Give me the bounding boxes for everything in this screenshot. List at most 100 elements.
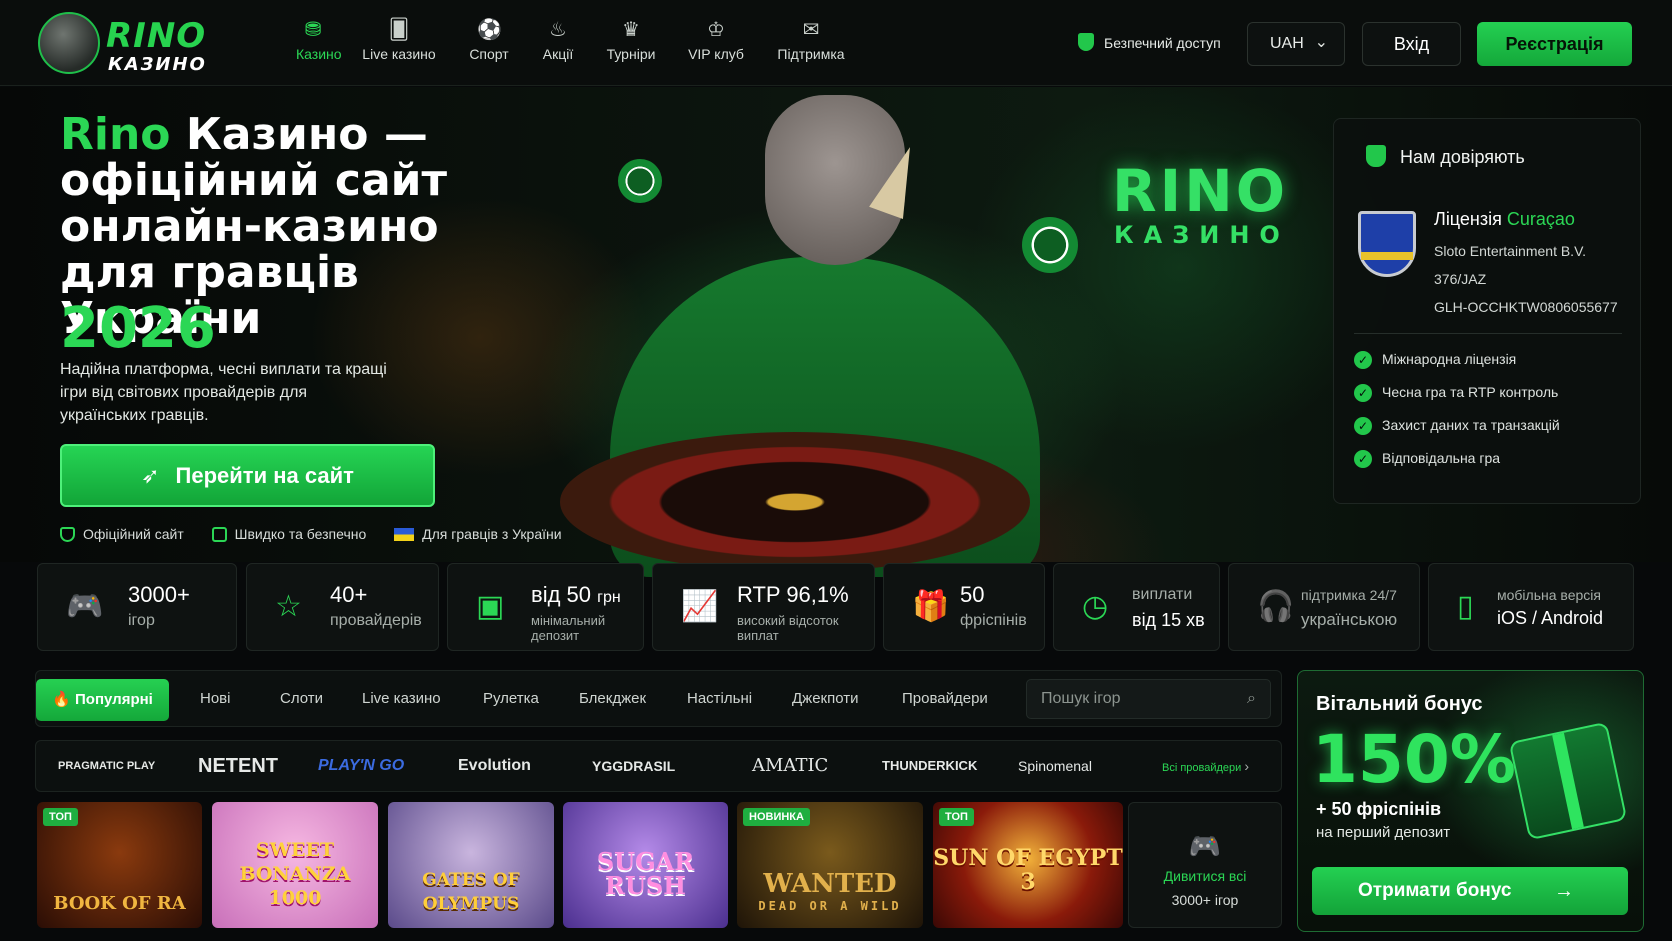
- game-tile-sweet-bonanza[interactable]: SWEET BONANZA 1000: [212, 802, 378, 928]
- nav-item-casino[interactable]: ⛃ Казино: [296, 18, 342, 70]
- stat-value: 50: [960, 582, 985, 607]
- hero-subtitle: Надійна платформа, чесні виплати та кращ…: [60, 361, 387, 424]
- hero-title-brand: Rino: [60, 109, 171, 160]
- stat-value: від 15 хв: [1132, 610, 1205, 630]
- trust-title-text: Нам довіряють: [1400, 147, 1525, 167]
- stat-value-number: від 50: [531, 582, 591, 607]
- lock-icon: [211, 527, 227, 542]
- game-title: GATES OF OLYMPUS: [422, 870, 520, 914]
- game-title: SUN OF EGYPT 3: [933, 845, 1123, 895]
- stat-value: iOS / Android: [1497, 608, 1604, 628]
- game-tile-sun-of-egypt-3[interactable]: ТОП SUN OF EGYPT 3: [933, 802, 1123, 928]
- divider: [1354, 333, 1622, 334]
- provider-logo-netent[interactable]: NETENT: [198, 741, 278, 791]
- stat-label: мобільна версія: [1497, 587, 1601, 603]
- provider-logo-pragmatic-play[interactable]: PRAGMATIC PLAY: [58, 741, 155, 791]
- stat-label: виплати: [1132, 586, 1193, 603]
- provider-logo-thunderkick[interactable]: THUNDERKICK: [882, 741, 977, 791]
- check-icon: ✓: [1354, 351, 1372, 369]
- game-tile-sugar-rush[interactable]: SUGAR RUSH: [563, 802, 728, 928]
- top-badge: ТОП: [43, 808, 78, 826]
- tab-slots[interactable]: Слоти: [280, 671, 323, 726]
- register-button[interactable]: Реєстрація: [1477, 22, 1632, 66]
- trust-check-label: Міжнародна ліцензія: [1382, 351, 1517, 367]
- currency-value: UAH: [1270, 35, 1304, 52]
- game-title: SUGAR RUSH: [596, 847, 695, 900]
- go-to-site-button[interactable]: ➶ Перейти на сайт: [60, 444, 435, 507]
- site-header: RINO КАЗИНО ⛃ Казино 🂠 Live казино ⚽ Спо…: [0, 0, 1672, 86]
- site-logo[interactable]: RINO КАЗИНО: [38, 12, 208, 75]
- license-company: Sloto Entertainment B.V.: [1434, 243, 1587, 259]
- provider-logo-amatic[interactable]: AMATIC: [752, 741, 828, 791]
- tab-popular[interactable]: 🔥 Популярні: [36, 679, 169, 721]
- tab-live-casino[interactable]: Live казино: [362, 671, 441, 726]
- view-all-games-tile[interactable]: 🎮 Дивитися всі 3000+ ігор: [1128, 802, 1282, 928]
- tab-providers[interactable]: Провайдери: [902, 671, 988, 726]
- stat-support: 🎧 підтримка 24/7 українською: [1228, 563, 1420, 651]
- stat-value: українською: [1301, 610, 1398, 629]
- trust-check-item: ✓ Чесна гра та RTP контроль: [1354, 384, 1558, 402]
- nav-item-vip-club[interactable]: ♔ VIP клуб: [686, 18, 746, 70]
- chevron-down-icon: ⌄: [1314, 34, 1328, 51]
- rocket-icon: ➶: [141, 463, 160, 488]
- tab-roulette[interactable]: Рулетка: [483, 671, 539, 726]
- tab-label: Популярні: [75, 691, 153, 708]
- nav-label: Спорт: [469, 46, 509, 62]
- shield-check-icon: [60, 527, 75, 542]
- badge-ukraine: Для гравців з України: [422, 526, 562, 542]
- star-icon: ☆: [275, 590, 302, 623]
- currency-select[interactable]: UAH ⌄: [1247, 22, 1345, 66]
- all-providers-label: Всі провайдери: [1162, 762, 1242, 774]
- provider-logo-yggdrasil[interactable]: YGGDRASIL: [592, 741, 675, 791]
- nav-label: Підтримка: [777, 46, 845, 62]
- nav-label: Казино: [296, 46, 342, 62]
- stat-value: від 50 грн: [531, 582, 621, 608]
- tab-new[interactable]: Нові: [200, 671, 230, 726]
- game-search-input[interactable]: Пошук ігор ⌕: [1026, 679, 1271, 719]
- get-bonus-label: Отримати бонус: [1358, 880, 1512, 901]
- stat-label: фріспінів: [960, 612, 1027, 629]
- game-tile-gates-of-olympus[interactable]: GATES OF OLYMPUS: [388, 802, 554, 928]
- license-code: GLH-OCCHKTW0806055677: [1434, 299, 1618, 315]
- get-bonus-button[interactable]: Отримати бонус →: [1312, 867, 1628, 915]
- trust-check-label: Відповідальна гра: [1382, 450, 1501, 466]
- stat-label: мінімальний депозит: [531, 613, 606, 643]
- welcome-bonus-card: Вітальний бонус 150% + 50 фріспінів на п…: [1297, 670, 1644, 932]
- tab-table-games[interactable]: Настільні: [687, 671, 752, 726]
- search-icon[interactable]: ⌕: [1247, 680, 1256, 718]
- nav-label: Акції: [542, 46, 574, 62]
- secure-access-label: Безпечний доступ: [1104, 35, 1221, 51]
- check-icon: ✓: [1354, 417, 1372, 435]
- chat-icon: ✉: [802, 19, 820, 41]
- view-all-label: Дивитися всі: [1163, 868, 1247, 884]
- search-placeholder: Пошук ігор: [1041, 690, 1121, 707]
- nav-item-live-casino[interactable]: 🂠 Live казино: [358, 18, 440, 70]
- stat-value: 3000+: [128, 582, 190, 607]
- tab-blackjack[interactable]: Блекджек: [579, 671, 646, 726]
- provider-logo-playngo[interactable]: PLAY'N GO: [318, 741, 404, 791]
- top-badge: ТОП: [939, 808, 974, 826]
- wallet-icon: ▣: [476, 590, 505, 623]
- game-subtitle: DEAD OR A WILD: [758, 899, 902, 913]
- ukraine-flag-icon: [394, 528, 415, 541]
- game-tile-book-of-ra[interactable]: ТОП BOOK OF RA: [37, 802, 202, 928]
- rhino-logo-icon: [38, 12, 100, 74]
- all-providers-link[interactable]: Всі провайдери ›: [1162, 741, 1249, 791]
- nav-item-promotions[interactable]: ♨ Акції: [540, 18, 576, 70]
- nav-item-support[interactable]: ✉ Підтримка: [774, 18, 848, 70]
- stat-rtp: 📈 RTP 96,1% високий відсоток виплат: [652, 563, 875, 651]
- game-tile-wanted[interactable]: НОВИНКА WANTED DEAD OR A WILD: [737, 802, 923, 928]
- casino-chip-icon: ⛃: [304, 19, 322, 41]
- provider-logo-evolution[interactable]: Evolution: [458, 741, 531, 791]
- gamepad-icon: 🎮: [66, 590, 104, 623]
- nav-item-tournaments[interactable]: ♛ Турніри: [604, 18, 658, 70]
- logo-word: RINO: [106, 16, 207, 56]
- stat-label: підтримка 24/7: [1301, 587, 1397, 603]
- stat-value: 40+: [330, 582, 368, 607]
- login-button[interactable]: Вхід: [1362, 22, 1461, 66]
- nav-item-sport[interactable]: ⚽ Спорт: [468, 18, 510, 70]
- tab-jackpots[interactable]: Джекпоти: [792, 671, 858, 726]
- trophy-icon: ♛: [622, 19, 640, 41]
- trust-check-label: Чесна гра та RTP контроль: [1382, 384, 1559, 400]
- provider-logo-spinomenal[interactable]: Spinomenal: [1018, 741, 1092, 791]
